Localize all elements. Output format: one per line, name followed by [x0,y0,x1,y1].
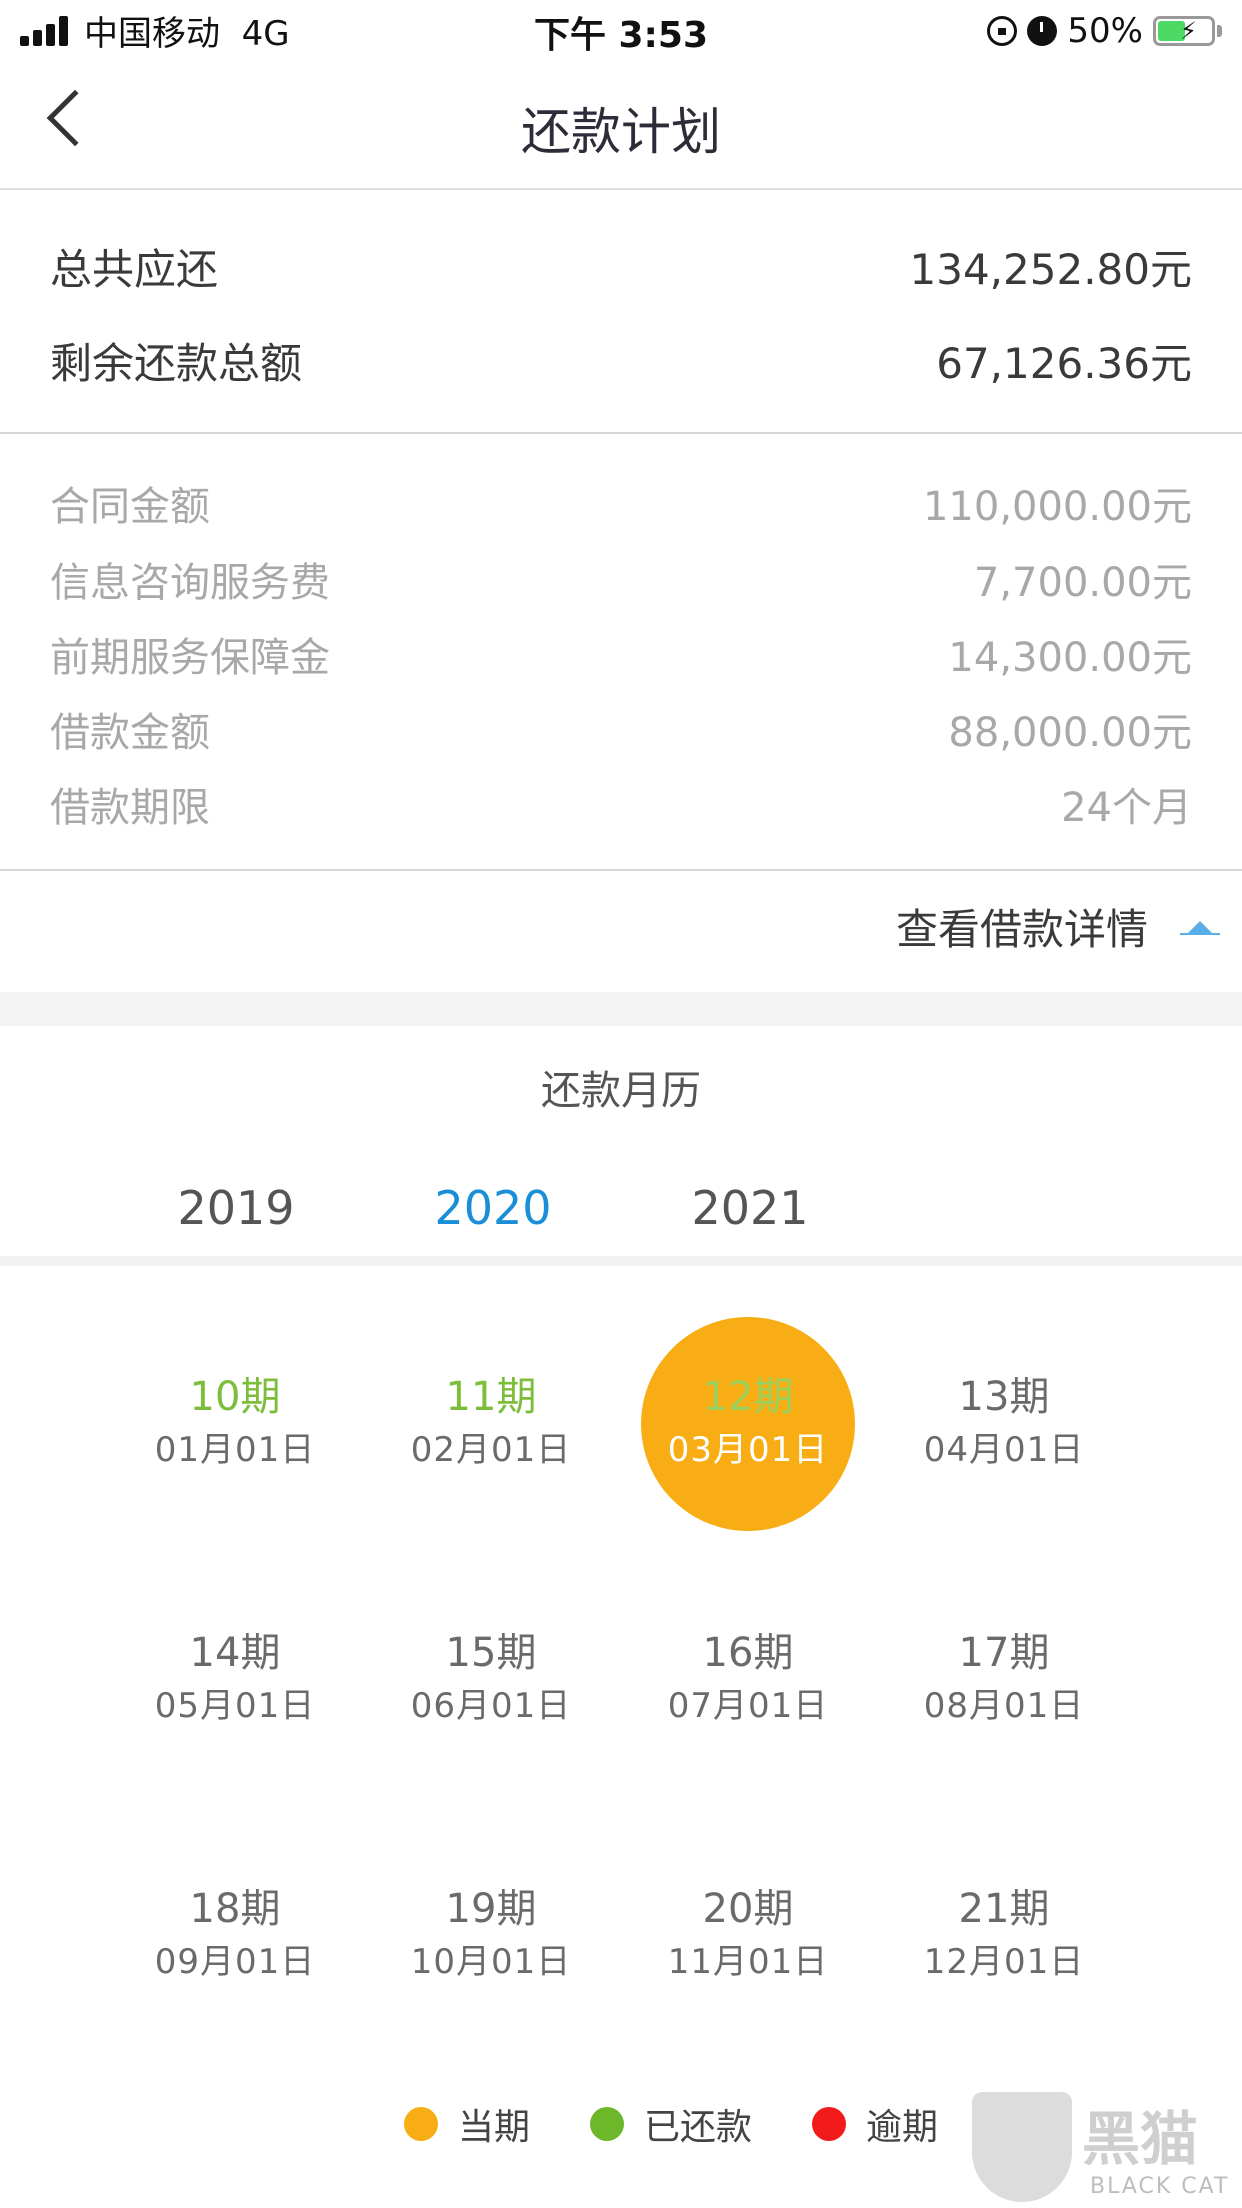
period-cell[interactable]: 21期 12月01日 [894,1826,1114,2046]
period-number: 11期 [445,1374,537,1420]
period-date: 08月01日 [923,1686,1085,1726]
year-tabs: 2019 2020 2021 [0,1160,1242,1268]
total-due-label: 总共应还 [50,245,219,294]
cat-shield-icon [972,2092,1072,2202]
period-cell[interactable]: 17期 08月01日 [894,1570,1114,1790]
legend-item-current: 当期 [404,2098,530,2150]
legend-item-overdue: 逾期 [812,2098,938,2150]
period-number: 10期 [189,1374,281,1420]
tab-year-2019[interactable]: 2019 [108,1160,364,1264]
period-cell[interactable]: 14期 05月01日 [125,1570,345,1790]
period-number: 20期 [702,1886,794,1932]
total-due-value: 134,252.80元 [909,245,1192,294]
period-date: 02月01日 [410,1430,572,1470]
period-date: 01月01日 [154,1430,316,1470]
period-date: 07月01日 [667,1686,829,1726]
detail-label: 借款金额 [50,710,210,756]
detail-row: 合同金额 110,000.00元 [50,474,1192,532]
detail-label: 前期服务保障金 [50,635,330,681]
divider [0,869,1242,871]
period-number: 21期 [958,1886,1050,1932]
period-cell[interactable]: 19期 10月01日 [381,1826,601,2046]
period-number: 13期 [958,1374,1050,1420]
battery-icon: ⚡ [1153,16,1215,46]
watermark-subtext: BLACK CAT [1090,2174,1230,2199]
tab-divider [0,1256,1242,1266]
legend-dot-overdue [812,2107,847,2141]
battery-percent: 50% [1067,11,1143,51]
period-cell[interactable]: 20期 11月01日 [638,1826,858,2046]
total-due-row: 总共应还 134,252.80元 [50,236,1192,297]
period-number: 19期 [445,1886,537,1932]
detail-value: 110,000.00元 [922,484,1192,530]
period-cell[interactable]: 16期 07月01日 [638,1570,858,1790]
legend-item-paid: 已还款 [590,2098,752,2150]
period-cell[interactable]: 18期 09月01日 [125,1826,345,2046]
watermark-text: 黑猫 [1082,2105,1199,2173]
period-date: 06月01日 [410,1686,572,1726]
detail-row: 前期服务保障金 14,300.00元 [50,625,1192,683]
nav-bar: 还款计划 [0,62,1242,190]
detail-label: 借款期限 [50,785,210,831]
period-date: 04月01日 [923,1430,1085,1470]
rotation-lock-icon [987,16,1018,46]
detail-value: 7,700.00元 [973,560,1192,606]
period-date: 11月01日 [667,1942,829,1982]
period-date: 10月01日 [410,1942,572,1982]
legend-dot-current [404,2107,438,2141]
legend-label: 逾期 [866,2107,939,2148]
remaining-label: 剩余还款总额 [50,339,303,388]
legend-label: 已还款 [644,2107,753,2148]
status-legend: 当期 已还款 逾期 [404,2098,998,2150]
detail-row: 借款期限 24个月 [50,775,1192,833]
tab-year-2021[interactable]: 2021 [622,1160,878,1264]
period-number: 12期 [702,1374,794,1420]
remaining-value: 67,126.36元 [936,339,1192,388]
period-number: 17期 [958,1630,1050,1676]
period-number: 16期 [702,1630,794,1676]
detail-value: 88,000.00元 [948,710,1192,756]
period-cell[interactable]: 15期 06月01日 [381,1570,601,1790]
watermark-logo: 黑猫 BLACK CAT [972,2092,1242,2208]
period-date: 05月01日 [154,1686,316,1726]
detail-row: 借款金额 88,000.00元 [50,700,1192,758]
detail-row: 信息咨询服务费 7,700.00元 [50,550,1192,608]
detail-label: 信息咨询服务费 [50,560,330,606]
period-cell[interactable]: 11期 02月01日 [381,1314,601,1534]
period-date: 12月01日 [923,1942,1085,1982]
period-cell[interactable]: 13期 04月01日 [894,1314,1114,1534]
period-date: 09月01日 [154,1942,316,1982]
tab-year-2020[interactable]: 2020 [365,1160,621,1264]
status-bar: 中国移动 4G 下午 3:53 50% ⚡ [0,0,1242,62]
legend-label: 当期 [458,2107,531,2148]
period-number: 14期 [189,1630,281,1676]
detail-value: 14,300.00元 [948,635,1192,681]
calendar-title: 还款月历 [541,1068,701,1114]
view-loan-details-label: 查看借款详情 [895,905,1148,954]
period-date: 03月01日 [667,1430,829,1470]
view-loan-details-link[interactable]: 查看借款详情 [895,896,1220,957]
legend-dot-paid [590,2107,625,2141]
status-right: 50% ⚡ [987,6,1222,56]
detail-value: 24个月 [1061,785,1192,831]
page-title: 还款计划 [521,103,721,161]
remaining-row: 剩余还款总额 67,126.36元 [50,330,1192,391]
period-number: 15期 [445,1630,537,1676]
period-cell-current[interactable]: 12期 03月01日 [638,1314,858,1534]
period-number: 18期 [189,1886,281,1932]
collapse-arrow-icon [1180,920,1220,935]
alarm-icon [1027,16,1058,46]
divider [0,432,1242,434]
period-cell[interactable]: 10期 01月01日 [125,1314,345,1534]
section-separator [0,992,1242,1026]
detail-label: 合同金额 [50,484,210,530]
